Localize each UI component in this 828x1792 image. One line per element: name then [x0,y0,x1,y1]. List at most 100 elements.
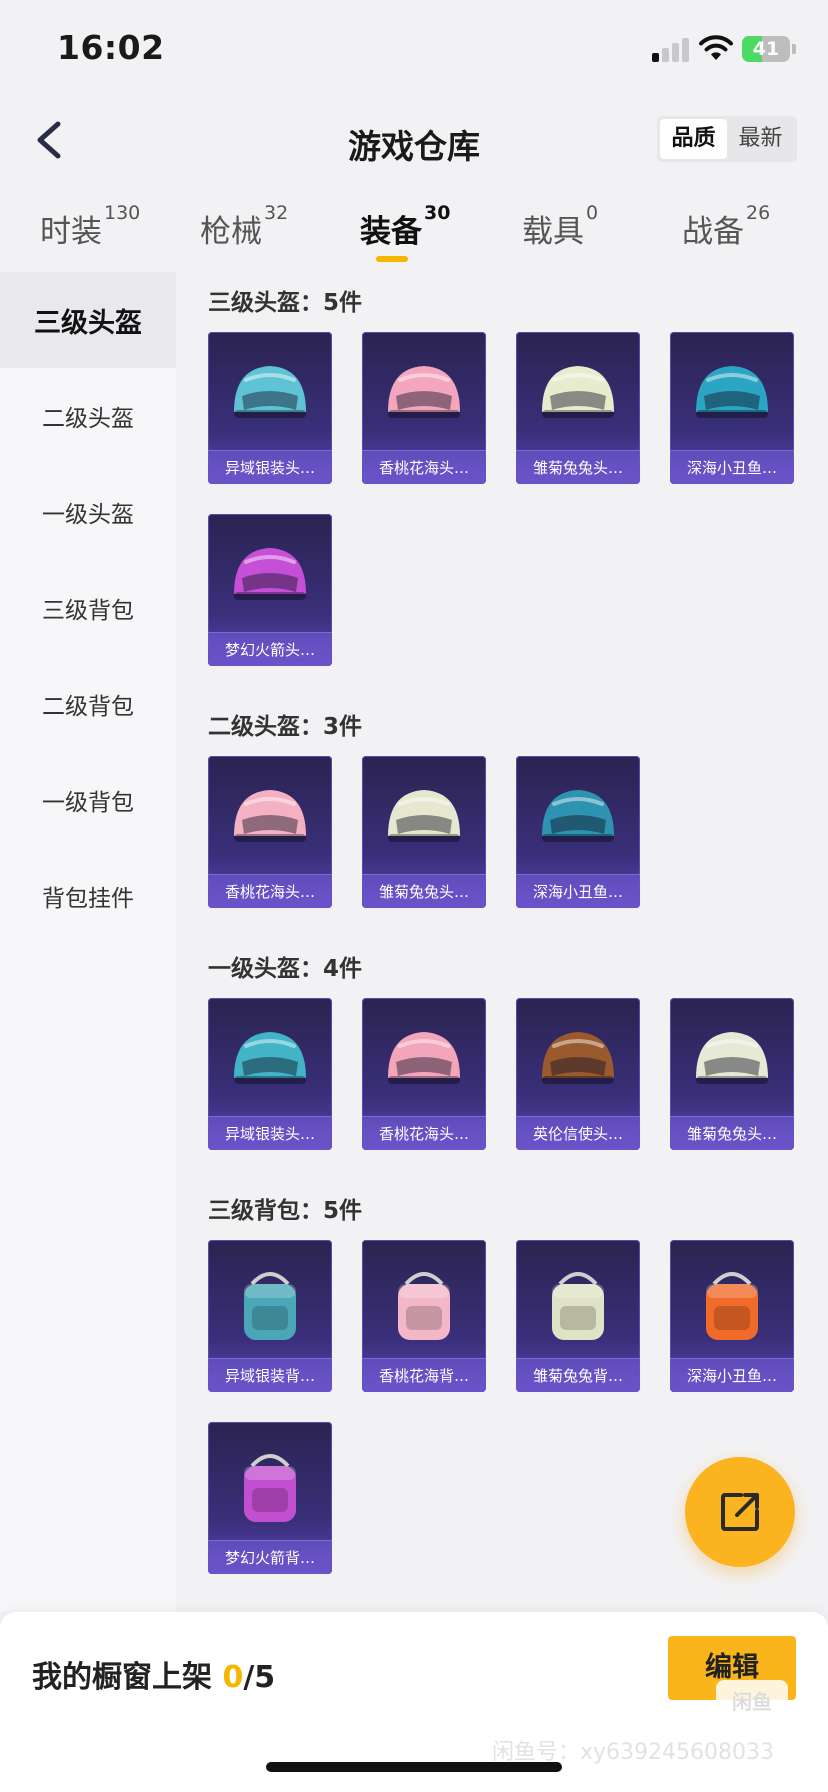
share-button[interactable] [685,1457,795,1567]
showcase-total: /5 [243,1660,276,1695]
sort-toggle: 品质 最新 [657,116,797,162]
item-name: 梦幻火箭头… [208,632,332,666]
screen: 16:02 41 游戏仓库 品质 最新 时装130 枪械32 装备30 载具0 … [0,0,828,1792]
share-icon [721,1493,759,1531]
sidebar-item-level3-backpack[interactable]: 三级背包 [0,560,176,656]
category-tabs: 时装130 枪械32 装备30 载具0 战备26 [0,200,828,272]
cellular-signal-icon [652,36,692,62]
item-card[interactable]: 英伦信使头… [516,998,640,1150]
item-name: 异域银装背… [208,1358,332,1392]
item-name: 香桃花海背… [362,1358,486,1392]
item-card[interactable]: 雏菊兔兔头… [516,332,640,484]
tab-guns[interactable]: 枪械32 [200,202,288,251]
category-sidebar: 三级头盔 二级头盔 一级头盔 三级背包 二级背包 一级背包 背包挂件 [0,272,176,1612]
section-title: 三级头盔：5件 [208,290,363,316]
tab-count: 32 [264,202,289,224]
sidebar-item-backpack-pendant[interactable]: 背包挂件 [0,848,176,944]
battery-level: 41 [752,38,780,60]
item-name: 雏菊兔兔头… [362,874,486,908]
item-name: 香桃花海头… [208,874,332,908]
battery-icon: 41 [742,36,790,62]
item-card[interactable]: 香桃花海头… [208,756,332,908]
helmet-icon [388,366,460,418]
item-name: 异域银装头… [208,450,332,484]
backpack-icon [244,1454,296,1522]
item-name: 香桃花海头… [362,450,486,484]
helmet-icon [696,366,768,418]
sort-newest-button[interactable]: 最新 [727,119,794,159]
item-card[interactable]: 香桃花海背… [362,1240,486,1392]
helmet-icon [234,548,306,600]
tab-count: 26 [746,202,771,224]
item-card[interactable]: 深海小丑鱼… [670,332,794,484]
item-card[interactable]: 异域银装头… [208,332,332,484]
item-card[interactable]: 梦幻火箭头… [208,514,332,666]
item-name: 雏菊兔兔头… [516,450,640,484]
helmet-icon [388,790,460,842]
item-card[interactable]: 深海小丑鱼… [516,756,640,908]
status-bar: 16:02 41 [0,0,828,96]
tab-label: 载具 [522,214,584,250]
sidebar-item-level1-backpack[interactable]: 一级背包 [0,752,176,848]
item-name: 英伦信使头… [516,1116,640,1150]
helmet-icon [388,1032,460,1084]
item-name: 深海小丑鱼… [516,874,640,908]
helmet-icon [234,790,306,842]
sidebar-item-level2-backpack[interactable]: 二级背包 [0,656,176,752]
section-title: 二级头盔：3件 [208,714,363,740]
item-card[interactable]: 雏菊兔兔头… [670,998,794,1150]
item-card[interactable]: 香桃花海头… [362,998,486,1150]
tab-label: 装备 [360,214,422,250]
item-name: 异域银装头… [208,1116,332,1150]
helmet-icon [542,790,614,842]
item-grid: 香桃花海头… 雏菊兔兔头… 深海小丑鱼… [176,756,828,938]
item-grid: 异域银装头… 香桃花海头… 雏菊兔兔头… 深海小丑鱼… 梦幻火箭头… [176,332,828,696]
tab-count: 130 [104,202,141,224]
wifi-icon [699,35,733,60]
item-card[interactable]: 雏菊兔兔头… [362,756,486,908]
item-name: 深海小丑鱼… [670,450,794,484]
item-card[interactable]: 雏菊兔兔背… [516,1240,640,1392]
battery-tip [792,44,796,54]
backpack-icon [244,1272,296,1340]
sort-quality-button[interactable]: 品质 [660,119,727,159]
showcase-current: 0 [222,1660,244,1695]
header: 游戏仓库 品质 最新 [0,96,828,186]
item-name: 雏菊兔兔头… [670,1116,794,1150]
tab-label: 战备 [682,214,744,250]
item-name: 香桃花海头… [362,1116,486,1150]
item-name: 雏菊兔兔背… [516,1358,640,1392]
section-title: 一级头盔：4件 [208,956,363,982]
item-card[interactable]: 深海小丑鱼… [670,1240,794,1392]
item-grid: 异域银装头… 香桃花海头… 英伦信使头… 雏菊兔兔头… [176,998,828,1180]
tab-count: 0 [586,202,599,224]
tab-vehicles[interactable]: 载具0 [522,202,598,251]
item-card[interactable]: 异域银装头… [208,998,332,1150]
showcase-label: 我的橱窗上架 [32,1660,223,1695]
status-time: 16:02 [57,28,165,67]
watermark-logo: 闲鱼 [716,1680,788,1724]
item-name: 梦幻火箭背… [208,1540,332,1574]
item-name: 深海小丑鱼… [670,1358,794,1392]
tab-supplies[interactable]: 战备26 [682,202,770,251]
tab-count: 30 [424,202,451,224]
tab-label: 时装 [40,214,102,250]
section-title: 三级背包：5件 [208,1198,363,1224]
backpack-icon [552,1272,604,1340]
helmet-icon [542,1032,614,1084]
item-card[interactable]: 异域银装背… [208,1240,332,1392]
helmet-icon [542,366,614,418]
home-indicator[interactable] [266,1762,562,1772]
backpack-icon [398,1272,450,1340]
sidebar-item-level1-helmet[interactable]: 一级头盔 [0,464,176,560]
helmet-icon [234,1032,306,1084]
tab-equipment[interactable]: 装备30 [360,202,450,251]
item-card[interactable]: 香桃花海头… [362,332,486,484]
sidebar-item-level2-helmet[interactable]: 二级头盔 [0,368,176,464]
item-list: 三级头盔：5件异域银装头… 香桃花海头… 雏菊兔兔头… 深海小丑鱼… 梦幻火箭头… 二级头… [176,272,828,1612]
sidebar-item-level3-helmet[interactable]: 三级头盔 [0,272,176,368]
helmet-icon [696,1032,768,1084]
helmet-icon [234,366,306,418]
tab-fashion[interactable]: 时装130 [40,202,140,251]
item-card[interactable]: 梦幻火箭背… [208,1422,332,1574]
